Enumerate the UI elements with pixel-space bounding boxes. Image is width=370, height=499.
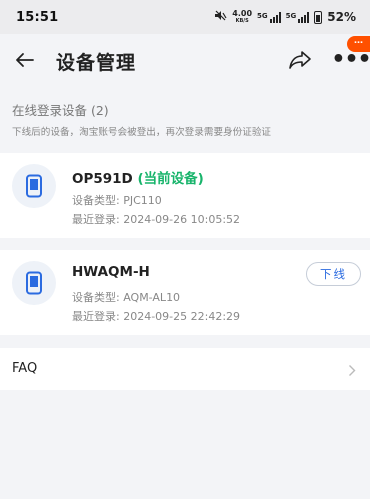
current-device-tag: (当前设备) — [137, 171, 204, 187]
sim1-label: 5G — [257, 11, 268, 20]
device-last-login: 最近登录: 2024-09-26 10:05:52 — [72, 213, 241, 226]
signal-icon: 5G — [257, 11, 281, 23]
device-last-login: 最近登录: 2024-09-25 22:42:29 — [72, 310, 241, 323]
phone-icon — [26, 174, 42, 198]
battery-percent: 52% — [327, 10, 356, 24]
net-speed-value: 4.00 — [232, 9, 253, 18]
share-button[interactable] — [286, 47, 314, 73]
net-speed: 4.00 KB/S — [232, 9, 253, 25]
device-name-text: HWAQM-H — [72, 264, 150, 280]
back-button[interactable] — [12, 47, 38, 73]
battery-icon — [314, 10, 323, 24]
device-card: HWAQM-H 设备类型: AQM-AL10 最近登录: 2024-09-25 … — [0, 250, 370, 335]
section-title: 在线登录设备 (2) — [12, 103, 109, 118]
message-badge[interactable]: … — [347, 36, 370, 52]
status-icons: 4.00 KB/S 5G 5G 52% — [214, 10, 356, 24]
header: 设备管理 ••• — [0, 34, 370, 86]
signal-icon-2: 5G — [285, 11, 310, 23]
device-type: 设备类型: PJC110 — [72, 194, 162, 207]
mute-icon — [214, 10, 227, 24]
status-time: 15:51 — [16, 9, 59, 25]
device-card: OP591D (当前设备) 设备类型: PJC110 最近登录: 2024-09… — [0, 153, 370, 238]
chevron-right-icon — [348, 362, 356, 381]
device-name-text: OP591D — [72, 171, 133, 187]
back-arrow-icon — [16, 53, 34, 67]
share-icon — [289, 51, 311, 69]
device-avatar — [12, 164, 56, 208]
section-header: 在线登录设备 (2) — [12, 100, 109, 119]
sim2-label: 5G — [285, 11, 297, 20]
page-title: 设备管理 — [56, 52, 137, 74]
device-type: 设备类型: AQM-AL10 — [72, 291, 181, 304]
net-speed-unit: KB/S — [235, 18, 249, 24]
faq-label: FAQ — [12, 361, 38, 376]
device-name: HWAQM-H — [72, 264, 150, 280]
faq-row[interactable]: FAQ — [0, 348, 370, 390]
section-description: 下线后的设备，淘宝账号会被登出，再次登录需要身份证验证 — [12, 127, 272, 138]
device-name: OP591D (当前设备) — [72, 167, 204, 187]
device-avatar — [12, 261, 56, 305]
status-bar: 15:51 4.00 KB/S 5G 5G 52% — [0, 0, 370, 34]
logout-device-button[interactable]: 下线 — [306, 262, 361, 286]
more-dots-icon: ••• — [331, 47, 370, 72]
phone-icon — [26, 271, 42, 295]
